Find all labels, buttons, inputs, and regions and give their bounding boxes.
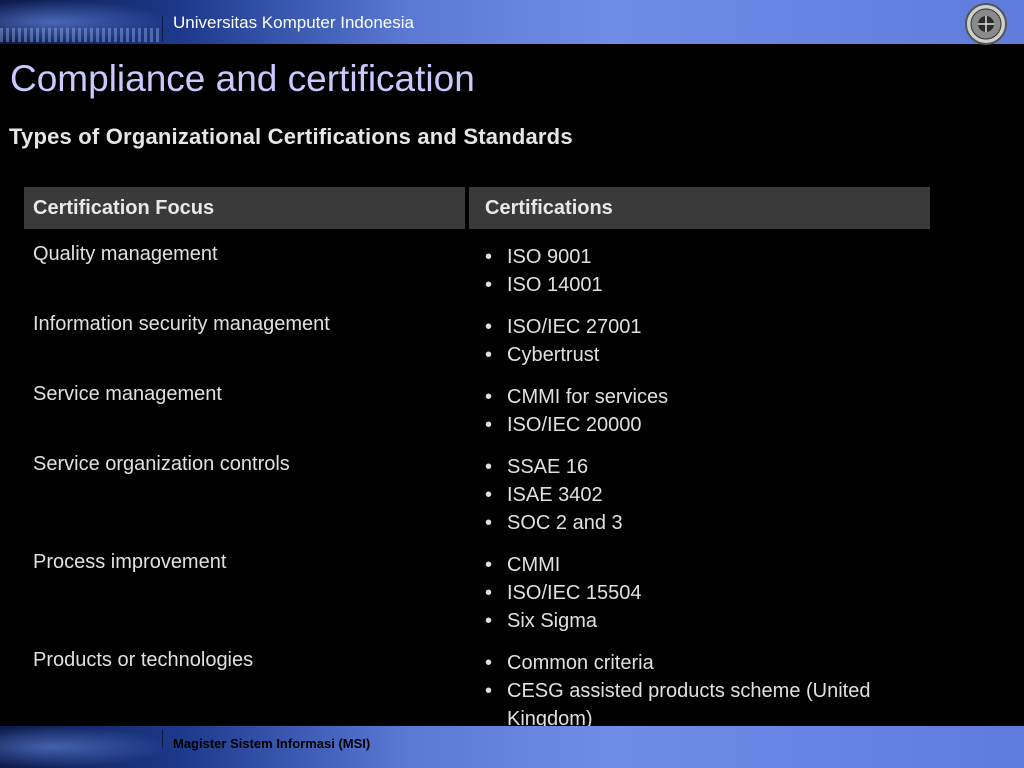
certification-item: • ISO 9001 (485, 243, 930, 271)
certification-item: • Common criteria (485, 649, 930, 677)
certification-item: • ISO/IEC 15504 (485, 579, 930, 607)
certification-item: • ISO/IEC 20000 (485, 411, 930, 439)
certification-focus-cell: Service organization controls (33, 453, 290, 475)
university-name: Universitas Komputer Indonesia (173, 13, 414, 32)
bullet-icon: • (485, 274, 493, 296)
certification-label: CESG assisted products scheme (United Ki… (507, 680, 871, 730)
certification-item: • ISAE 3402 (485, 481, 930, 509)
certification-focus-cell: Information security management (33, 313, 330, 335)
bullet-icon: • (485, 414, 493, 436)
certification-label: Cybertrust (507, 344, 600, 366)
certification-item: • CMMI for services (485, 383, 930, 411)
certifications-cell: • ISO 9001 • ISO 14001 (469, 229, 930, 299)
header-divider (162, 16, 163, 42)
certification-item: • CMMI (485, 551, 930, 579)
bullet-icon: • (485, 554, 493, 576)
table-row: Service organization controls • SSAE 16 • IS… (24, 439, 930, 537)
table-row: Process improvement • CMMI • ISO/IEC 15504 • S… (24, 537, 930, 635)
program-name: Magister Sistem Informasi (MSI) (173, 736, 371, 751)
footer-divider (162, 730, 163, 748)
bullet-icon: • (485, 316, 493, 338)
certification-label: SOC 2 and 3 (507, 512, 623, 534)
certifications-cell: • ISO/IEC 27001 • Cybertrust (469, 299, 930, 369)
bullet-icon: • (485, 512, 493, 534)
certification-label: CMMI (507, 554, 561, 576)
table-title: Types of Organizational Certifications a… (9, 124, 573, 149)
bullet-icon: • (485, 652, 493, 674)
certification-label: ISO/IEC 20000 (507, 414, 642, 436)
bullet-icon: • (485, 386, 493, 408)
bullet-icon: • (485, 484, 493, 506)
certification-item: • ISO/IEC 27001 (485, 313, 930, 341)
certification-item: • SOC 2 and 3 (485, 509, 930, 537)
header-band (0, 0, 1024, 44)
certification-label: CMMI for services (507, 386, 669, 408)
bullet-icon: • (485, 582, 493, 604)
header-pattern (0, 28, 160, 42)
certification-label: ISO/IEC 15504 (507, 582, 642, 604)
bullet-icon: • (485, 610, 493, 632)
table-body: Quality management • ISO 9001 • ISO 14001 Inf… (24, 229, 930, 761)
certification-item: • ISO 14001 (485, 271, 930, 299)
certifications-cell: • CMMI for services • ISO/IEC 20000 (469, 369, 930, 439)
certification-label: ISO 14001 (507, 274, 603, 296)
certification-label: SSAE 16 (507, 456, 589, 478)
certification-focus-cell: Service management (33, 383, 222, 405)
header-certification-focus: Certification Focus (24, 187, 465, 229)
certifications-cell: • SSAE 16 • ISAE 3402 • SOC 2 and 3 (469, 439, 930, 537)
unikom-seal-icon (965, 3, 1007, 45)
table-row: Information security management • ISO/IEC … (24, 299, 930, 369)
certification-label: Six Sigma (507, 610, 598, 632)
bullet-icon: • (485, 344, 493, 366)
slide-title: Compliance and certification (10, 58, 475, 99)
bullet-icon: • (485, 680, 493, 702)
certification-item: • SSAE 16 (485, 453, 930, 481)
certifications-table: Certification Focus Certifications Quali… (24, 187, 930, 761)
certification-label: ISO 9001 (507, 246, 592, 268)
certification-focus-cell: Quality management (33, 243, 218, 265)
footer-glow (0, 726, 170, 768)
footer-band (0, 726, 1024, 768)
certification-focus-cell: Process improvement (33, 551, 227, 573)
header-certifications: Certifications (469, 187, 930, 229)
table-row: Quality management • ISO 9001 • ISO 14001 (24, 229, 930, 299)
table-row: Service management • CMMI for services • ISO… (24, 369, 930, 439)
certification-item: • Cybertrust (485, 341, 930, 369)
bullet-icon: • (485, 246, 493, 268)
certification-label: Common criteria (507, 652, 654, 674)
certification-label: ISAE 3402 (507, 484, 603, 506)
table-header: Certification Focus Certifications (24, 187, 930, 229)
bullet-icon: • (485, 456, 493, 478)
certification-label: ISO/IEC 27001 (507, 316, 642, 338)
certification-item: • Six Sigma (485, 607, 930, 635)
certification-item: • CESG assisted products scheme (United K… (485, 677, 930, 733)
certifications-cell: • CMMI • ISO/IEC 15504 • Six Sigma (469, 537, 930, 635)
